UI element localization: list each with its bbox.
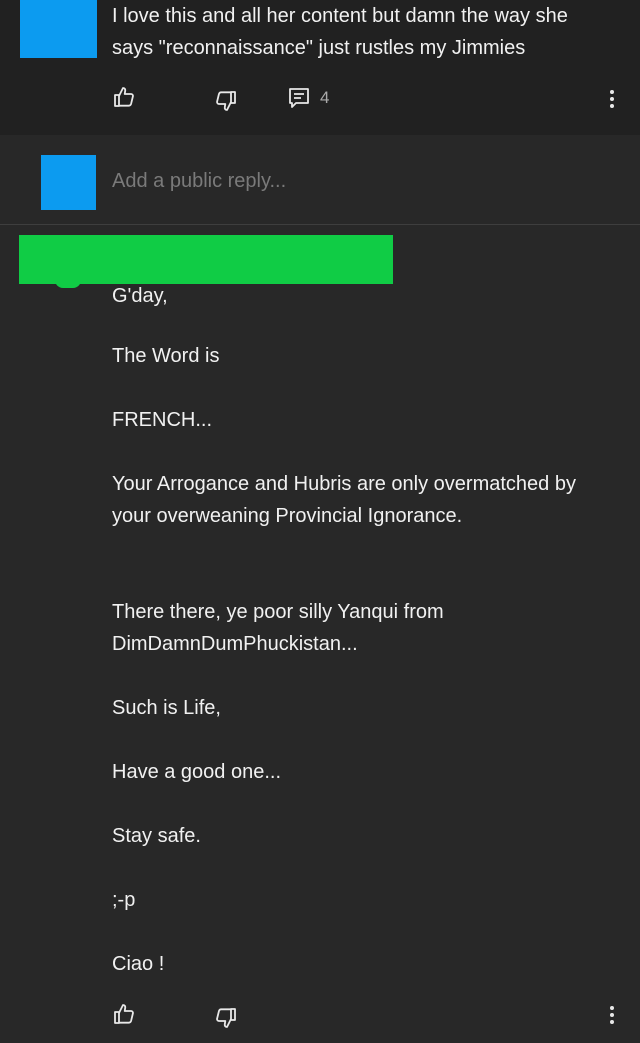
reply-paragraph: The Word is xyxy=(112,345,220,367)
reply-comment-icon[interactable] xyxy=(287,86,311,115)
thumbs-down-icon[interactable] xyxy=(214,89,238,118)
reply-paragraph: Your Arrogance and Hubris are only overm… xyxy=(112,473,576,527)
top-comment-avatar[interactable] xyxy=(20,0,97,58)
thumbs-down-icon[interactable] xyxy=(214,1006,238,1035)
reply-paragraph: There there, ye poor silly Yanqui from D… xyxy=(112,601,444,655)
reply-paragraph: G'day, xyxy=(112,285,168,307)
reply-count[interactable]: 4 xyxy=(320,88,329,108)
top-comment-text: I love this and all her content but damn… xyxy=(112,5,568,59)
redacted-avatar xyxy=(55,280,81,288)
reply-paragraph: Have a good one... xyxy=(112,761,282,783)
reply-paragraph: Such is Life, xyxy=(112,697,221,719)
more-vert-icon[interactable] xyxy=(609,90,615,111)
reply-paragraph: Stay safe. xyxy=(112,825,201,847)
reply-paragraph: Ciao ! xyxy=(112,953,165,975)
reply-paragraph: ;-p xyxy=(112,889,136,911)
reply-paragraph: FRENCH... xyxy=(112,409,212,431)
reply-composer-avatar xyxy=(41,155,96,210)
redacted-username xyxy=(19,235,393,284)
more-vert-icon[interactable] xyxy=(609,1006,615,1027)
thumbs-up-icon[interactable] xyxy=(112,85,136,114)
add-reply-input[interactable] xyxy=(112,167,612,195)
thumbs-up-icon[interactable] xyxy=(112,1002,136,1031)
